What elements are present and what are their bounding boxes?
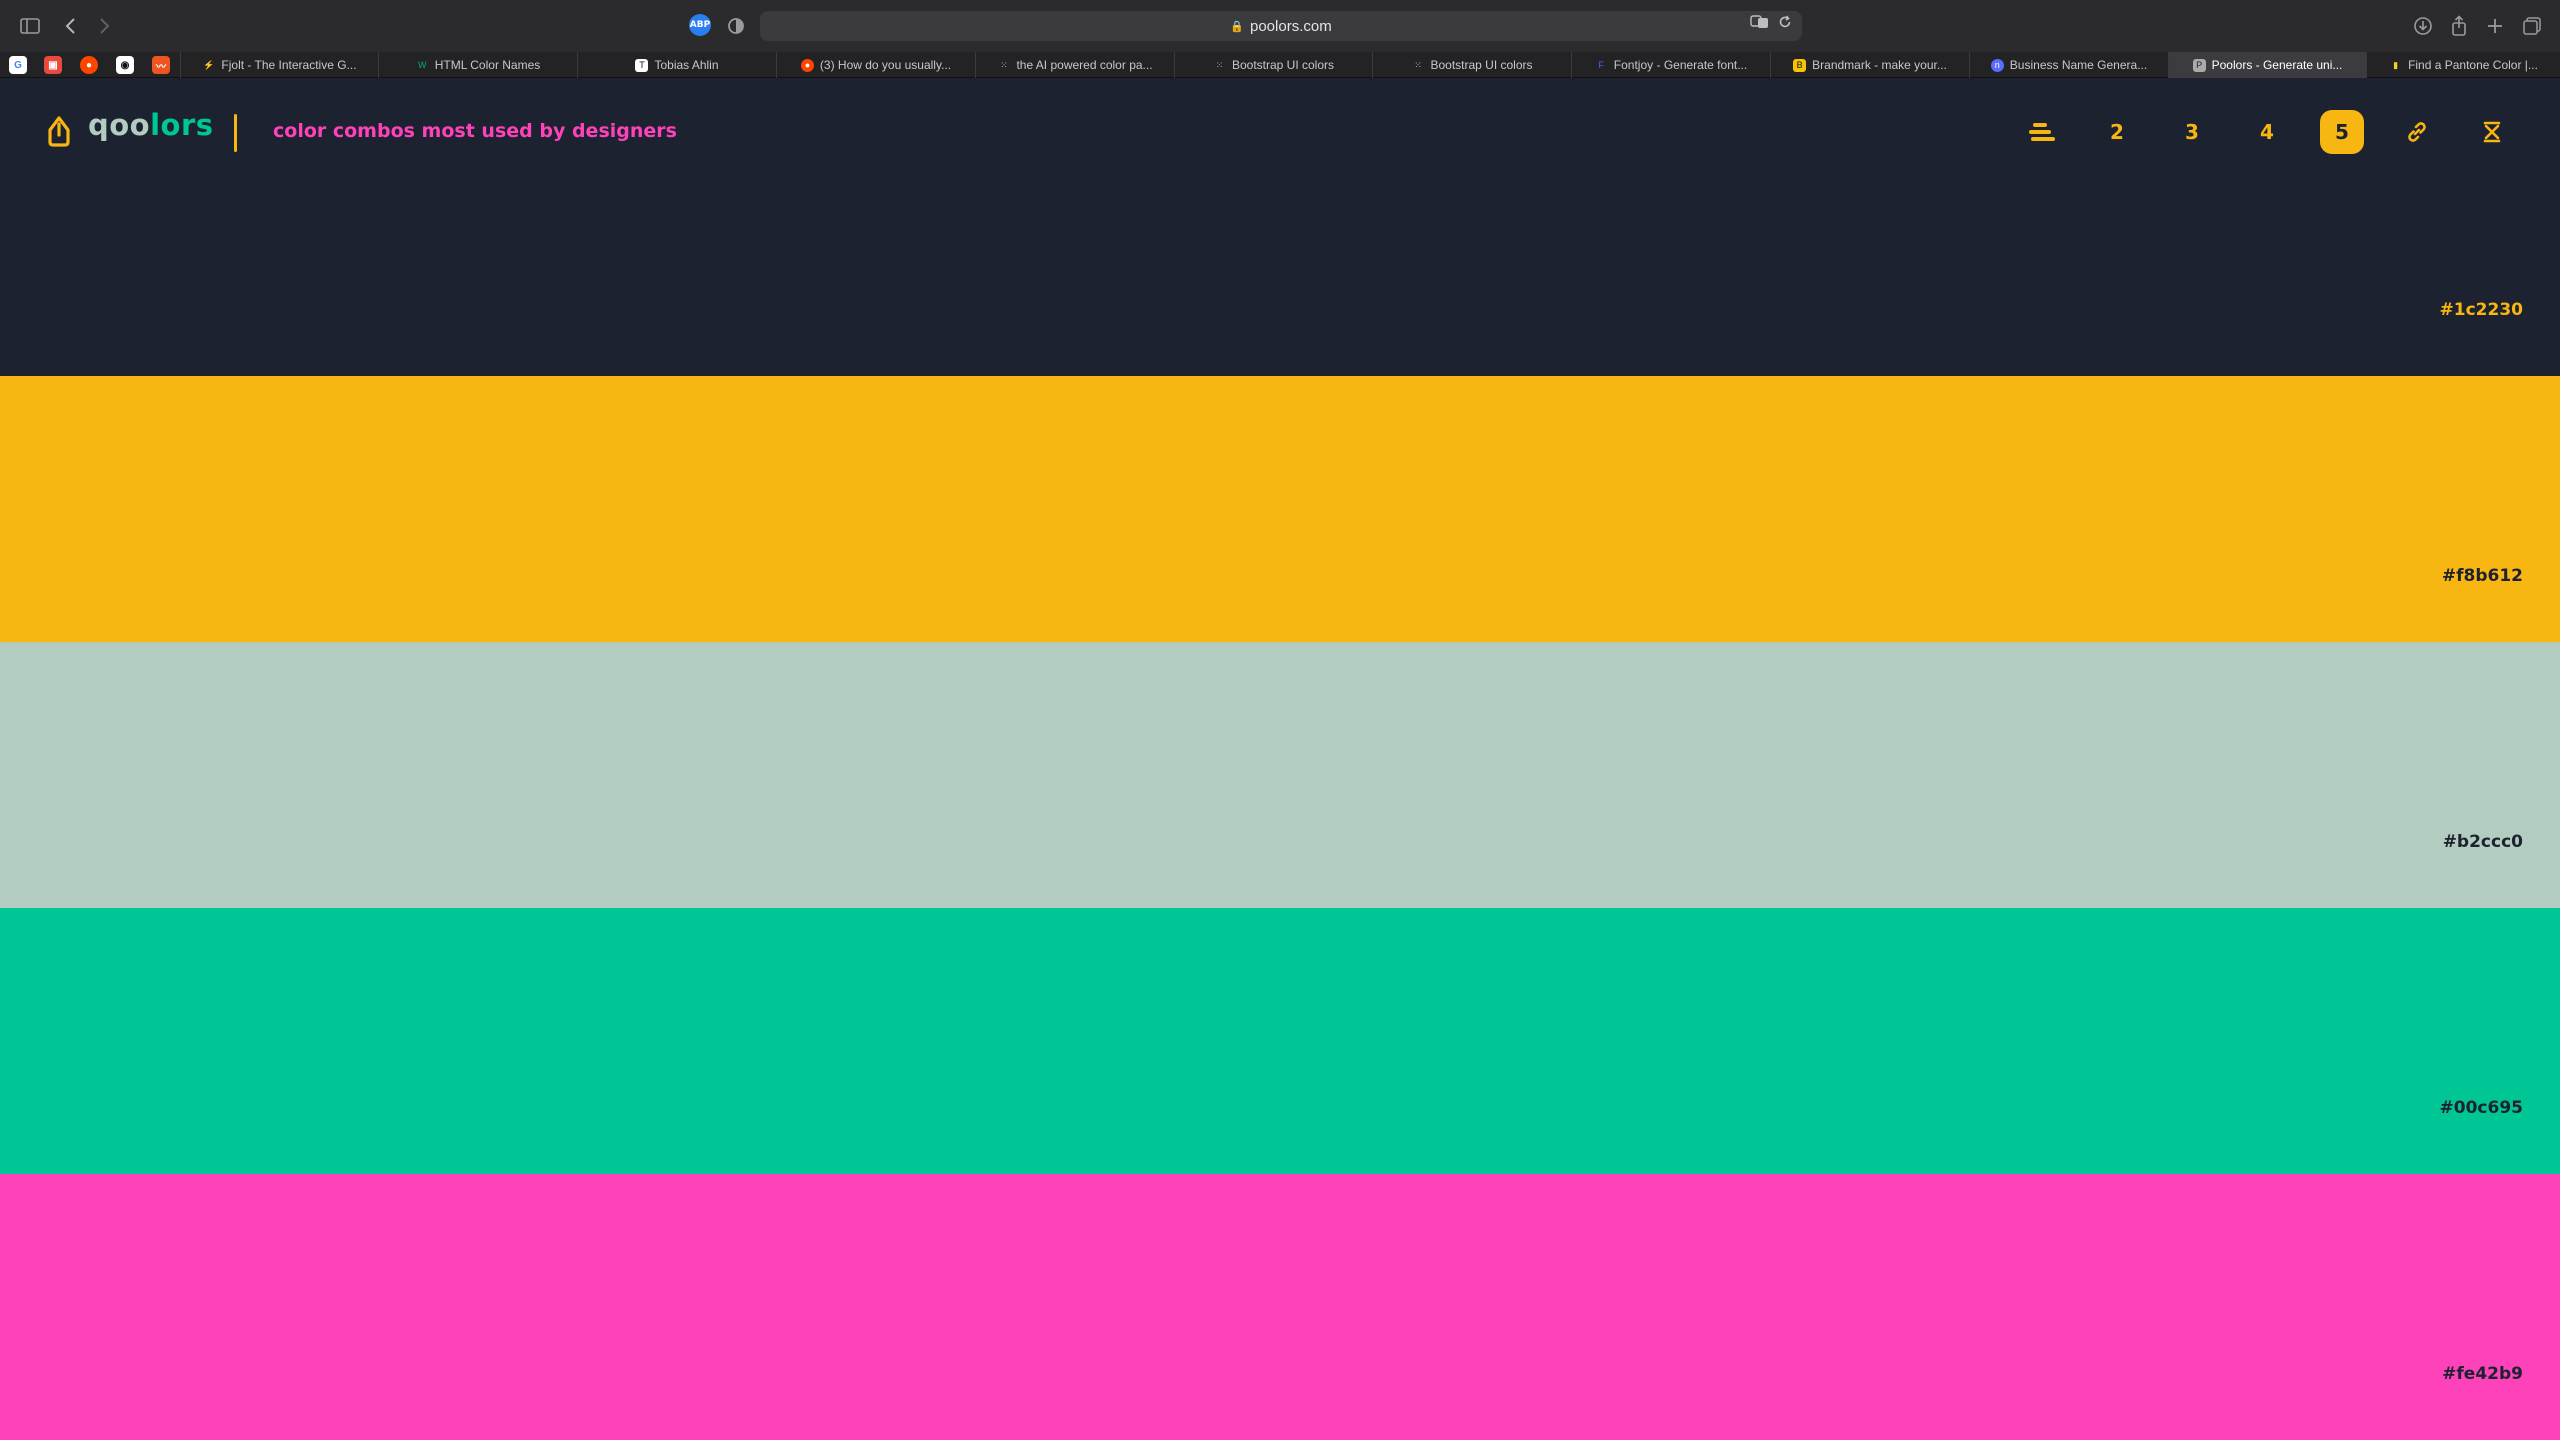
pinned-tab-google-icon[interactable]: G [9,56,27,74]
tab-bootstrap-ui-colors-1[interactable]: ⁙ Bootstrap UI colors [1174,52,1372,78]
namelix-favicon-icon: n [1990,58,2004,72]
shuffle-icon[interactable] [2470,110,2514,154]
palette-size-2-button[interactable]: 2 [2095,110,2139,154]
browser-toolbar: ABP 🔒 poolors.com [0,0,2560,52]
share-icon[interactable] [2446,13,2472,39]
dots-favicon-icon: ⁙ [1215,59,1224,70]
new-tab-icon[interactable] [2482,13,2508,39]
tab-tobias-ahlin[interactable]: T Tobias Ahlin [577,52,776,78]
tab-poolors-active[interactable]: P Poolors - Generate uni... [2168,52,2366,78]
tagline: color combos most used by designers [273,120,677,142]
tab-overview-icon[interactable] [2519,13,2545,39]
layers-icon[interactable] [2020,110,2064,154]
swatch-hex-label[interactable]: #f8b612 [2442,566,2523,586]
tab-reddit-post[interactable]: ● (3) How do you usually... [776,52,975,78]
forward-icon[interactable] [92,13,118,39]
pantone-favicon-icon: ▮ [2393,59,2399,70]
logo-wordmark[interactable]: qoolors [88,108,214,142]
palette-size-4-button[interactable]: 4 [2245,110,2289,154]
color-swatch-3[interactable]: #b2ccc0 [0,642,2560,908]
fontjoy-favicon-icon: F [1598,60,1605,70]
swatch-hex-label[interactable]: #b2ccc0 [2443,832,2523,852]
lock-icon: 🔒 [1230,20,1244,33]
lightning-favicon-icon: ⚡ [203,59,215,70]
adblock-extension-icon[interactable]: ABP [689,14,711,36]
color-swatch-1[interactable]: #1c2230 [0,186,2560,376]
reddit-favicon-icon: ● [800,58,814,72]
color-swatch-2[interactable]: #f8b612 [0,376,2560,642]
pinned-tab-reddit-icon[interactable]: ● [80,56,98,74]
back-icon[interactable] [57,13,83,39]
header-divider [234,114,237,152]
swatch-hex-label[interactable]: #1c2230 [2440,300,2523,320]
dots-favicon-icon: ⁙ [1000,59,1008,70]
brandmark-favicon-icon: B [1793,58,1807,72]
tab-brandmark[interactable]: B Brandmark - make your... [1770,52,1969,78]
link-icon[interactable] [2395,110,2439,154]
palette-size-5-button[interactable]: 5 [2320,110,2364,154]
tobias-favicon-icon: T [635,58,649,72]
tab-bar: G ▣ ● ◉ 〰 ⚡ Fjolt - The Interactive G...… [0,52,2560,78]
swatch-hex-label[interactable]: #fe42b9 [2442,1364,2523,1384]
reload-icon[interactable] [1778,15,1792,33]
app-header: qoolors color combos most used by design… [0,78,2560,186]
tab-business-name-generator[interactable]: n Business Name Genera... [1969,52,2168,78]
logo-icon[interactable] [48,116,70,148]
address-bar[interactable]: 🔒 poolors.com [760,11,1802,41]
swatch-hex-label[interactable]: #00c695 [2440,1098,2523,1118]
tab-bootstrap-ui-colors-2[interactable]: ⁙ Bootstrap UI colors [1372,52,1571,78]
poolors-favicon-icon: P [2192,58,2206,72]
privacy-shield-icon[interactable] [723,13,749,39]
color-swatch-4[interactable]: #00c695 [0,908,2560,1174]
tab-pantone[interactable]: ▮ Find a Pantone Color |... [2366,52,2560,78]
tab-html-color-names[interactable]: W HTML Color Names [378,52,577,78]
pinned-tab-red-app-icon[interactable]: ▣ [44,56,62,74]
sidebar-toggle-icon[interactable] [17,13,43,39]
pinned-tab-github-icon[interactable]: ◉ [116,56,134,74]
tab-fontjoy[interactable]: F Fontjoy - Generate font... [1571,52,1770,78]
translate-icon[interactable] [1750,15,1770,33]
dots-favicon-icon: ⁙ [1414,59,1422,70]
pinned-tab-orange-app-icon[interactable]: 〰 [152,56,170,74]
downloads-icon[interactable] [2410,13,2436,39]
color-swatch-5[interactable]: #fe42b9 [0,1174,2560,1440]
palette-size-3-button[interactable]: 3 [2170,110,2214,154]
tab-fjolt[interactable]: ⚡ Fjolt - The Interactive G... [180,52,378,78]
url-text: poolors.com [1250,17,1332,35]
w3schools-favicon-icon: W [417,60,427,70]
tab-ai-color-palette[interactable]: ⁙ the AI powered color pa... [975,52,1174,78]
